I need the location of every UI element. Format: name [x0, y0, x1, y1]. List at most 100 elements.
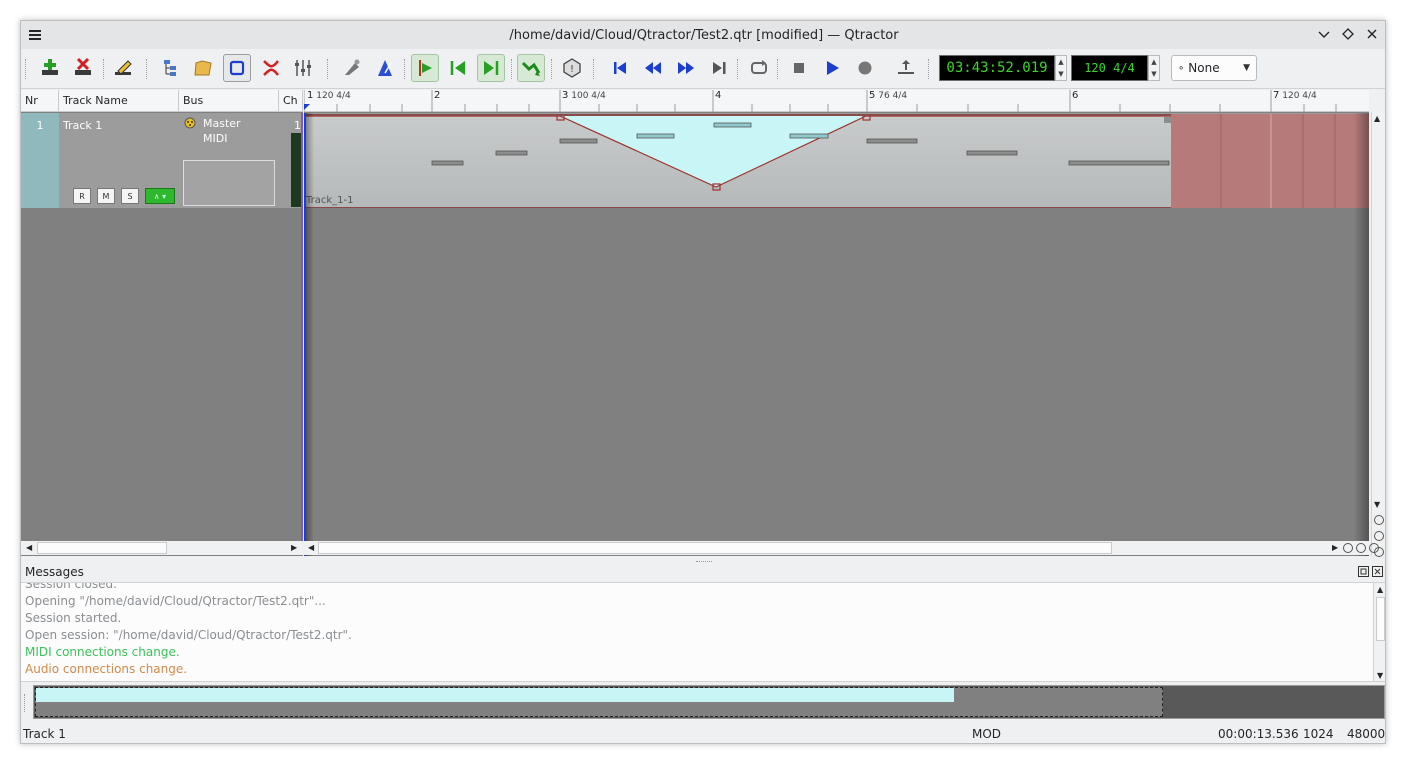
zoom-out-icon[interactable] — [1355, 542, 1367, 557]
fast-forward-icon[interactable] — [672, 54, 700, 82]
time-display[interactable]: 03:43:52.019 — [939, 55, 1055, 81]
splitter-handle[interactable] — [301, 113, 303, 553]
scroll-thumb[interactable] — [318, 542, 1112, 554]
status-track: Track 1 — [23, 727, 66, 741]
column-header-ch[interactable]: Ch — [279, 90, 303, 112]
goto-start-icon[interactable] — [606, 54, 634, 82]
snap-select[interactable]: ∘ None ▼ — [1171, 55, 1257, 81]
bus-name-line1: Master — [203, 117, 241, 130]
main-window: /home/david/Cloud/Qtractor/Test2.qtr [mo… — [20, 20, 1386, 744]
monitor-button[interactable]: ∧ ▾ — [145, 188, 175, 204]
tracklist-horizontal-scrollbar[interactable]: ◀ ▶ — [21, 541, 303, 555]
float-icon[interactable] — [1358, 566, 1369, 580]
column-header-bus[interactable]: Bus — [179, 90, 279, 112]
edge-shade — [306, 113, 314, 556]
snap-marker-icon: ∘ — [1178, 62, 1185, 74]
scroll-left-icon[interactable]: ◀ — [26, 543, 32, 552]
time-ruler[interactable]: 1 120 4/4 2 3 100 4/4 4 5 76 4/4 6 7 120… — [304, 90, 1369, 112]
main-toolbar: ! 03:43:52.019 ▲ ▼ 120 4/4 ▲ ▼ ∘ None ▼ — [21, 49, 1385, 89]
bus-name-line2: MIDI — [203, 132, 228, 145]
close-dock-icon[interactable] — [1372, 566, 1383, 580]
toolbar-handle[interactable] — [25, 59, 27, 79]
play-icon[interactable] — [818, 54, 846, 82]
toolbar-separator — [146, 59, 148, 79]
scroll-right-icon[interactable]: ▶ — [1332, 543, 1338, 552]
rewind-icon[interactable] — [639, 54, 667, 82]
timeline-view[interactable]: 1 120 4/4 2 3 100 4/4 4 5 76 4/4 6 7 120… — [304, 90, 1369, 556]
auto-backward-icon[interactable] — [444, 54, 472, 82]
punch-icon[interactable] — [892, 54, 920, 82]
add-track-icon[interactable] — [36, 54, 64, 82]
scroll-thumb[interactable] — [1376, 597, 1385, 641]
solo-button[interactable]: S — [121, 188, 139, 204]
cut-patch-icon[interactable] — [257, 54, 285, 82]
column-header-ch-label: Ch — [283, 94, 298, 107]
channel-meter — [291, 133, 301, 207]
mixer-icon[interactable] — [289, 54, 317, 82]
message-line: Audio connections change. — [25, 662, 188, 676]
close-icon[interactable] — [1363, 25, 1381, 43]
messages-scrollbar[interactable]: ▲ ▼ — [1373, 583, 1385, 681]
status-bar: Track 1 MOD 00:00:13.536 1024 48000 — [21, 723, 1385, 743]
toolbar-separator — [593, 59, 595, 79]
track-channel-cell[interactable]: 1 — [279, 113, 303, 208]
connections-icon[interactable] — [223, 54, 251, 82]
zoom-in-icon[interactable] — [1373, 514, 1385, 529]
track-properties-icon[interactable] — [109, 54, 137, 82]
timeline-horizontal-scrollbar[interactable]: ◀ ▶ — [304, 541, 1379, 555]
continue-past-end-icon[interactable] — [477, 54, 505, 82]
metronome-icon[interactable] — [371, 54, 399, 82]
scroll-up-icon[interactable]: ▲ — [1374, 114, 1380, 123]
scroll-up-icon[interactable]: ▲ — [1377, 585, 1383, 594]
track-bus-cell[interactable]: Master MIDI — [179, 113, 279, 208]
panic-icon[interactable]: ! — [558, 54, 586, 82]
status-mode: MOD — [972, 727, 1002, 741]
scroll-right-icon[interactable]: ▶ — [291, 543, 297, 552]
bus-meter-area — [183, 160, 275, 206]
overview-clip — [36, 688, 954, 702]
message-line: Session started. — [25, 611, 122, 625]
remove-track-icon[interactable] — [69, 54, 97, 82]
tempo-display[interactable]: 120 4/4 — [1071, 55, 1148, 81]
vertical-scrollbar[interactable]: ▲ ▼ — [1371, 112, 1385, 557]
scroll-down-icon[interactable]: ▼ — [1374, 500, 1380, 509]
scroll-down-icon[interactable]: ▼ — [1377, 671, 1383, 680]
scroll-thumb[interactable] — [37, 542, 167, 554]
zoom-in-icon[interactable] — [1342, 542, 1354, 557]
overview-handle[interactable] — [24, 694, 28, 712]
track-row[interactable]: 1 Track 1 R M S ∧ ▾ Master MIDI 1 — [21, 113, 303, 208]
files-icon[interactable] — [158, 54, 186, 82]
follow-playhead-icon[interactable] — [411, 54, 439, 82]
record-arm-button[interactable]: R — [73, 188, 91, 204]
horizontal-zoom-controls — [1342, 542, 1380, 557]
zoom-reset-icon[interactable] — [1368, 542, 1380, 557]
maximize-icon[interactable] — [1339, 25, 1357, 43]
messages-log[interactable]: Session closed. Opening "/home/david/Clou… — [21, 582, 1385, 682]
dock-splitter[interactable] — [696, 561, 712, 564]
time-spinner[interactable]: ▲ ▼ — [1055, 55, 1067, 81]
chevron-down-icon: ▼ — [1243, 63, 1250, 73]
goto-end-icon[interactable] — [705, 54, 733, 82]
message-line: Open session: "/home/david/Cloud/Qtracto… — [25, 628, 352, 642]
mute-button[interactable]: M — [97, 188, 115, 204]
message-line: Session closed. — [25, 582, 117, 591]
column-header-nr[interactable]: Nr — [21, 90, 59, 112]
status-time: 00:00:13.536 — [1218, 727, 1299, 741]
track-name-cell[interactable]: Track 1 R M S ∧ ▾ — [59, 113, 179, 208]
midi-clip[interactable]: Track_1-1 — [306, 114, 1171, 208]
session-overview[interactable] — [24, 685, 1385, 719]
minimize-icon[interactable] — [1315, 25, 1333, 43]
record-icon[interactable] — [851, 54, 879, 82]
track-name: Track 1 — [63, 119, 103, 132]
automation-icon[interactable] — [517, 54, 545, 82]
scroll-left-icon[interactable]: ◀ — [308, 543, 314, 552]
folder-icon[interactable] — [189, 54, 217, 82]
instrument-icon[interactable] — [338, 54, 366, 82]
tempo-spinner[interactable]: ▲ ▼ — [1148, 55, 1160, 81]
column-header-name[interactable]: Track Name — [59, 90, 179, 112]
column-header-name-label: Track Name — [63, 94, 128, 107]
loop-icon[interactable] — [745, 54, 773, 82]
stop-icon[interactable] — [785, 54, 813, 82]
snap-select-value: None — [1188, 61, 1220, 75]
messages-title: Messages — [25, 565, 84, 579]
